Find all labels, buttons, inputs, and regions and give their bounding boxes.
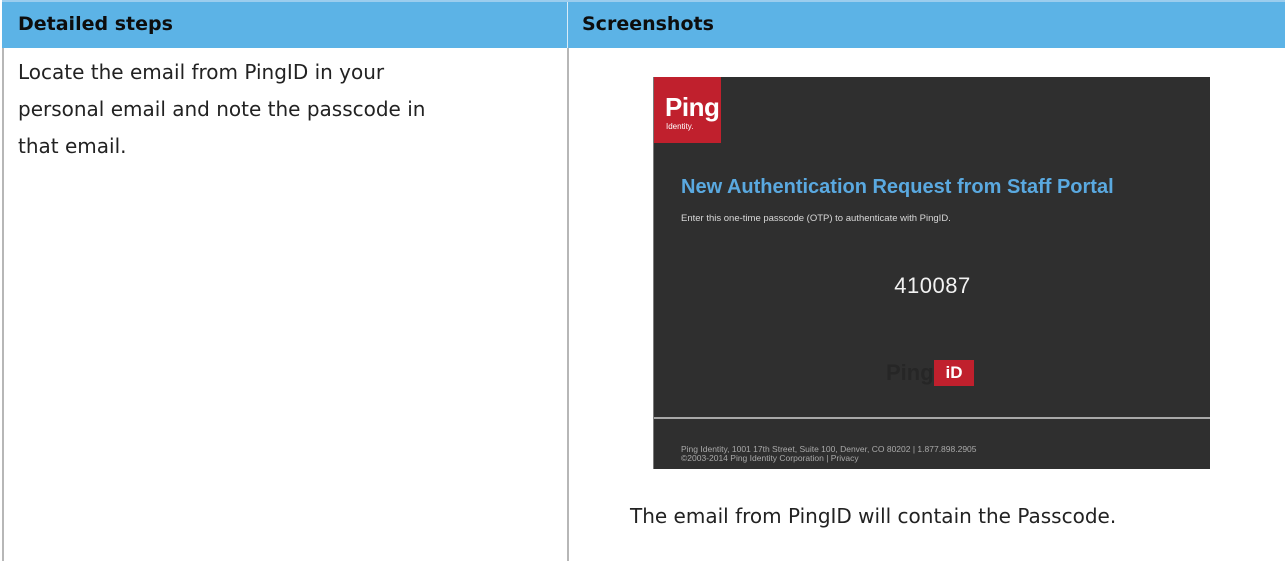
header-detailed-steps: Detailed steps: [18, 13, 173, 35]
pingid-brand-id: iD: [934, 360, 974, 386]
passcode: 410087: [894, 273, 971, 298]
ping-logo-word: Ping: [665, 92, 720, 122]
header-divider: [567, 2, 568, 48]
pingid-brand-ping: Ping: [886, 360, 934, 385]
step-description: Locate the email from PingID in your per…: [18, 54, 538, 165]
screenshot-caption: The email from PingID will contain the P…: [630, 504, 1117, 528]
column-divider: [567, 48, 569, 561]
email-screenshot: Ping Identity. New Authentication Reques…: [653, 77, 1210, 469]
email-instruction: Enter this one-time passcode (OTP) to au…: [681, 213, 951, 224]
header-screenshots: Screenshots: [582, 13, 714, 35]
ping-logo-subtext: Identity.: [666, 122, 694, 131]
email-footer: Ping Identity, 1001 17th Street, Suite 1…: [681, 445, 977, 463]
table-header-row: Detailed steps Screenshots: [2, 0, 1285, 48]
step-line: Locate the email from PingID in your: [18, 60, 385, 84]
table-left-border: [2, 48, 4, 561]
email-footer-separator: [654, 417, 1210, 419]
step-line: personal email and note the passcode in: [18, 97, 426, 121]
ping-identity-logo: Ping Identity.: [654, 77, 721, 143]
email-footer-copyright: ©2003-2014 Ping Identity Corporation | P…: [681, 453, 859, 463]
email-title: New Authentication Request from Staff Po…: [681, 176, 1114, 198]
step-line: that email.: [18, 134, 127, 158]
